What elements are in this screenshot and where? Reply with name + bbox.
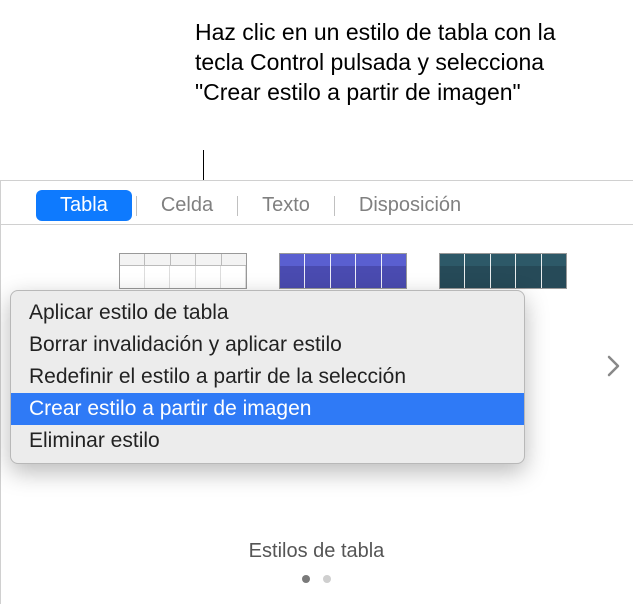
menu-item-apply-style[interactable]: Aplicar estilo de tabla (11, 297, 524, 329)
table-style-thumbnail-3[interactable] (439, 253, 567, 289)
chevron-right-icon[interactable] (607, 355, 621, 384)
pager-dots (0, 570, 633, 588)
table-style-thumbnail-1[interactable] (119, 253, 247, 289)
tab-separator (237, 196, 238, 216)
context-menu: Aplicar estilo de tabla Borrar invalidac… (10, 290, 525, 464)
tab-disposicion[interactable]: Disposición (339, 188, 481, 223)
pager-dot-active[interactable] (302, 575, 310, 583)
menu-item-create-style-from-image[interactable]: Crear estilo a partir de imagen (11, 393, 524, 425)
pager-dot[interactable] (323, 575, 331, 583)
table-styles-row (1, 225, 633, 289)
menu-item-redefine-style[interactable]: Redefinir el estilo a partir de la selec… (11, 361, 524, 393)
tab-celda[interactable]: Celda (141, 188, 233, 223)
table-style-thumbnail-2[interactable] (279, 253, 407, 289)
tab-tabla[interactable]: Tabla (36, 190, 132, 221)
menu-item-clear-override[interactable]: Borrar invalidación y aplicar estilo (11, 329, 524, 361)
inspector-tabs: Tabla Celda Texto Disposición (1, 181, 633, 225)
tab-separator (334, 196, 335, 216)
menu-item-delete-style[interactable]: Eliminar estilo (11, 425, 524, 457)
callout-instruction: Haz clic en un estilo de tabla con la te… (195, 18, 575, 108)
section-title-table-styles: Estilos de tabla (0, 540, 633, 563)
tab-texto[interactable]: Texto (242, 188, 330, 223)
tab-separator (136, 196, 137, 216)
